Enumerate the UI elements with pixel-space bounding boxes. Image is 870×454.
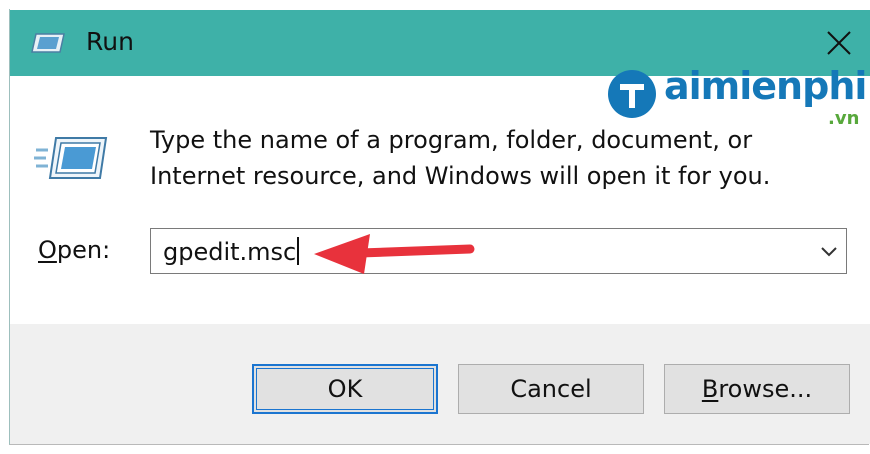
browse-label-rest: rowse... xyxy=(718,375,813,403)
cancel-button[interactable]: Cancel xyxy=(458,364,644,414)
watermark-domain: .vn xyxy=(828,108,860,129)
run-app-icon xyxy=(31,33,65,53)
arrow-annotation xyxy=(314,234,475,274)
open-label-mnemonic: O xyxy=(38,236,57,264)
window-title: Run xyxy=(86,27,134,56)
browse-button[interactable]: Browse... xyxy=(664,364,850,414)
watermark-name: aimienphi xyxy=(664,64,867,108)
close-button[interactable] xyxy=(814,18,864,68)
open-combobox[interactable]: gpedit.msc xyxy=(150,228,847,274)
ok-button[interactable]: OK xyxy=(252,364,438,414)
open-input[interactable]: gpedit.msc xyxy=(163,238,296,266)
text-caret xyxy=(297,237,300,265)
chevron-down-icon[interactable] xyxy=(818,241,840,261)
cancel-label: Cancel xyxy=(510,375,592,403)
open-label-rest: pen: xyxy=(56,236,111,264)
open-label: Open: xyxy=(38,236,110,264)
browse-label-mnemonic: B xyxy=(701,375,719,403)
ok-focus-ring xyxy=(256,368,434,410)
open-input-value-wrap[interactable]: gpedit.msc xyxy=(163,237,300,266)
run-dialog-icon xyxy=(34,137,108,179)
watermark: aimienphi .vn xyxy=(606,64,870,134)
run-dialog: Run Type the name of a program, folder, … xyxy=(0,0,870,454)
taimienphi-logo xyxy=(608,70,656,118)
close-icon xyxy=(827,31,851,55)
